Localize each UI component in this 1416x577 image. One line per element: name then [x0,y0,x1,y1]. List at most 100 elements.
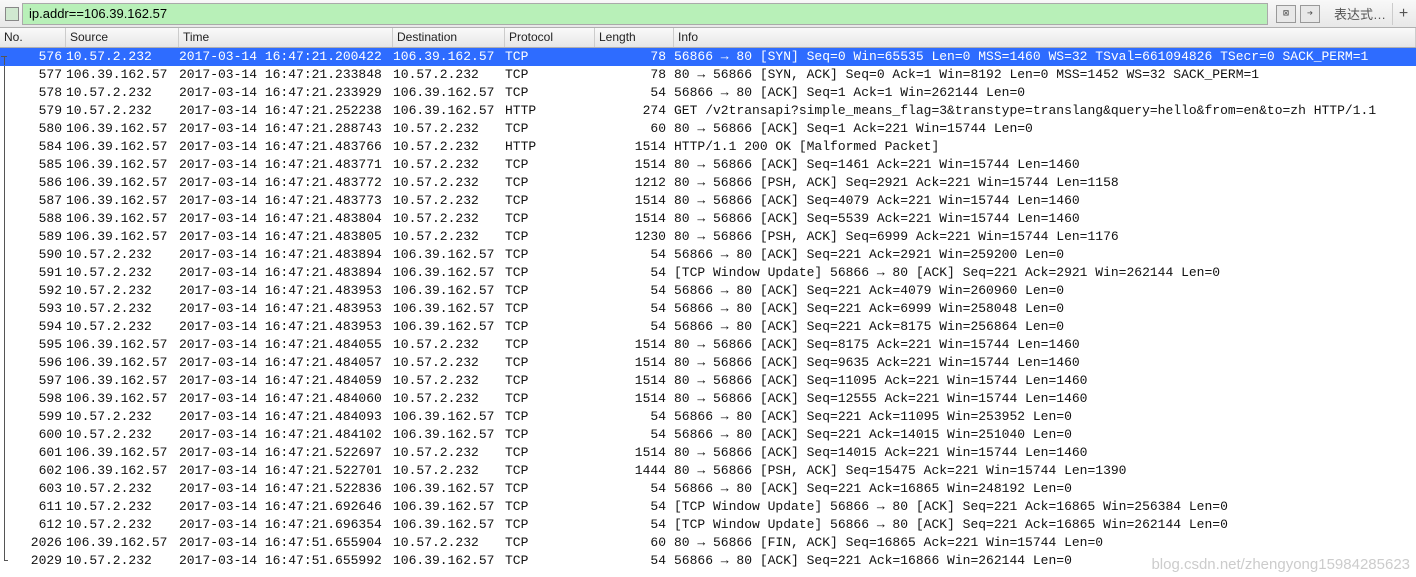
cell-time: 2017-03-14 16:47:21.483804 [179,210,393,228]
table-row[interactable]: 60010.57.2.2322017-03-14 16:47:21.484102… [0,426,1416,444]
table-row[interactable]: 601106.39.162.572017-03-14 16:47:21.5226… [0,444,1416,462]
header-no[interactable]: No. [0,28,66,47]
conversation-tree-icon [0,390,10,408]
table-row[interactable]: 584106.39.162.572017-03-14 16:47:21.4837… [0,138,1416,156]
cell-no: 597 [10,372,66,390]
header-info[interactable]: Info [674,28,1416,47]
header-length[interactable]: Length [595,28,674,47]
cell-destination: 106.39.162.57 [393,516,505,534]
filter-bookmark-icon[interactable] [2,5,22,23]
table-row[interactable]: 587106.39.162.572017-03-14 16:47:21.4837… [0,192,1416,210]
conversation-tree-icon [0,498,10,516]
cell-source: 106.39.162.57 [66,354,179,372]
table-row[interactable]: 595106.39.162.572017-03-14 16:47:21.4840… [0,336,1416,354]
conversation-tree-icon [0,210,10,228]
cell-protocol: TCP [505,426,595,444]
cell-time: 2017-03-14 16:47:21.483771 [179,156,393,174]
table-row[interactable]: 59210.57.2.2322017-03-14 16:47:21.483953… [0,282,1416,300]
cell-no: 580 [10,120,66,138]
header-protocol[interactable]: Protocol [505,28,595,47]
cell-time: 2017-03-14 16:47:21.484057 [179,354,393,372]
cell-protocol: HTTP [505,102,595,120]
table-row[interactable]: 59110.57.2.2322017-03-14 16:47:21.483894… [0,264,1416,282]
packet-list[interactable]: 57610.57.2.2322017-03-14 16:47:21.200422… [0,48,1416,570]
table-row[interactable]: 59010.57.2.2322017-03-14 16:47:21.483894… [0,246,1416,264]
cell-destination: 10.57.2.232 [393,228,505,246]
cell-length: 54 [595,318,674,336]
cell-protocol: TCP [505,264,595,282]
cell-info: 80 → 56866 [PSH, ACK] Seq=15475 Ack=221 … [674,462,1416,480]
cell-source: 10.57.2.232 [66,498,179,516]
cell-no: 576 [10,48,66,66]
cell-no: 611 [10,498,66,516]
cell-info: 80 → 56866 [PSH, ACK] Seq=2921 Ack=221 W… [674,174,1416,192]
clear-filter-icon[interactable]: ⊠ [1276,5,1296,23]
table-row[interactable]: 59910.57.2.2322017-03-14 16:47:21.484093… [0,408,1416,426]
cell-no: 584 [10,138,66,156]
cell-length: 78 [595,66,674,84]
cell-length: 1444 [595,462,674,480]
cell-no: 2026 [10,534,66,552]
cell-info: [TCP Window Update] 56866 → 80 [ACK] Seq… [674,516,1416,534]
header-source[interactable]: Source [66,28,179,47]
table-row[interactable]: 61210.57.2.2322017-03-14 16:47:21.696354… [0,516,1416,534]
cell-no: 595 [10,336,66,354]
conversation-tree-icon [0,426,10,444]
table-row[interactable]: 585106.39.162.572017-03-14 16:47:21.4837… [0,156,1416,174]
cell-no: 2029 [10,552,66,570]
header-time[interactable]: Time [179,28,393,47]
add-filter-button[interactable]: + [1392,3,1414,25]
apply-filter-icon[interactable]: ➔ [1300,5,1320,23]
conversation-tree-icon [0,516,10,534]
cell-protocol: TCP [505,516,595,534]
display-filter-toolbar: ⊠ ➔ 表达式… + [0,0,1416,28]
header-destination[interactable]: Destination [393,28,505,47]
table-row[interactable]: 59410.57.2.2322017-03-14 16:47:21.483953… [0,318,1416,336]
cell-time: 2017-03-14 16:47:21.483953 [179,300,393,318]
conversation-tree-icon [0,138,10,156]
table-row[interactable]: 202910.57.2.2322017-03-14 16:47:51.65599… [0,552,1416,570]
cell-length: 1514 [595,192,674,210]
cell-time: 2017-03-14 16:47:21.252238 [179,102,393,120]
display-filter-input[interactable] [22,3,1268,25]
table-row[interactable]: 59310.57.2.2322017-03-14 16:47:21.483953… [0,300,1416,318]
table-row[interactable]: 586106.39.162.572017-03-14 16:47:21.4837… [0,174,1416,192]
table-row[interactable]: 598106.39.162.572017-03-14 16:47:21.4840… [0,390,1416,408]
table-row[interactable]: 57810.57.2.2322017-03-14 16:47:21.233929… [0,84,1416,102]
table-row[interactable]: 602106.39.162.572017-03-14 16:47:21.5227… [0,462,1416,480]
conversation-tree-icon [0,300,10,318]
cell-destination: 106.39.162.57 [393,282,505,300]
table-row[interactable]: 57610.57.2.2322017-03-14 16:47:21.200422… [0,48,1416,66]
cell-length: 1514 [595,138,674,156]
table-row[interactable]: 580106.39.162.572017-03-14 16:47:21.2887… [0,120,1416,138]
table-row[interactable]: 588106.39.162.572017-03-14 16:47:21.4838… [0,210,1416,228]
table-row[interactable]: 577106.39.162.572017-03-14 16:47:21.2338… [0,66,1416,84]
cell-no: 579 [10,102,66,120]
expression-button[interactable]: 表达式… [1328,4,1392,23]
table-row[interactable]: 596106.39.162.572017-03-14 16:47:21.4840… [0,354,1416,372]
cell-info: 56866 → 80 [ACK] Seq=221 Ack=16865 Win=2… [674,480,1416,498]
table-row[interactable]: 589106.39.162.572017-03-14 16:47:21.4838… [0,228,1416,246]
cell-source: 106.39.162.57 [66,66,179,84]
cell-time: 2017-03-14 16:47:51.655904 [179,534,393,552]
table-row[interactable]: 597106.39.162.572017-03-14 16:47:21.4840… [0,372,1416,390]
cell-protocol: TCP [505,300,595,318]
table-row[interactable]: 57910.57.2.2322017-03-14 16:47:21.252238… [0,102,1416,120]
cell-time: 2017-03-14 16:47:21.483772 [179,174,393,192]
cell-no: 585 [10,156,66,174]
conversation-tree-icon [0,228,10,246]
conversation-tree-icon [0,372,10,390]
table-row[interactable]: 61110.57.2.2322017-03-14 16:47:21.692646… [0,498,1416,516]
cell-length: 1514 [595,372,674,390]
cell-time: 2017-03-14 16:47:21.483953 [179,282,393,300]
table-row[interactable]: 2026106.39.162.572017-03-14 16:47:51.655… [0,534,1416,552]
table-row[interactable]: 60310.57.2.2322017-03-14 16:47:21.522836… [0,480,1416,498]
cell-info: 80 → 56866 [PSH, ACK] Seq=6999 Ack=221 W… [674,228,1416,246]
cell-length: 1514 [595,336,674,354]
cell-length: 1230 [595,228,674,246]
cell-destination: 10.57.2.232 [393,120,505,138]
cell-destination: 106.39.162.57 [393,480,505,498]
cell-source: 10.57.2.232 [66,300,179,318]
cell-destination: 10.57.2.232 [393,372,505,390]
conversation-tree-icon [0,84,10,102]
